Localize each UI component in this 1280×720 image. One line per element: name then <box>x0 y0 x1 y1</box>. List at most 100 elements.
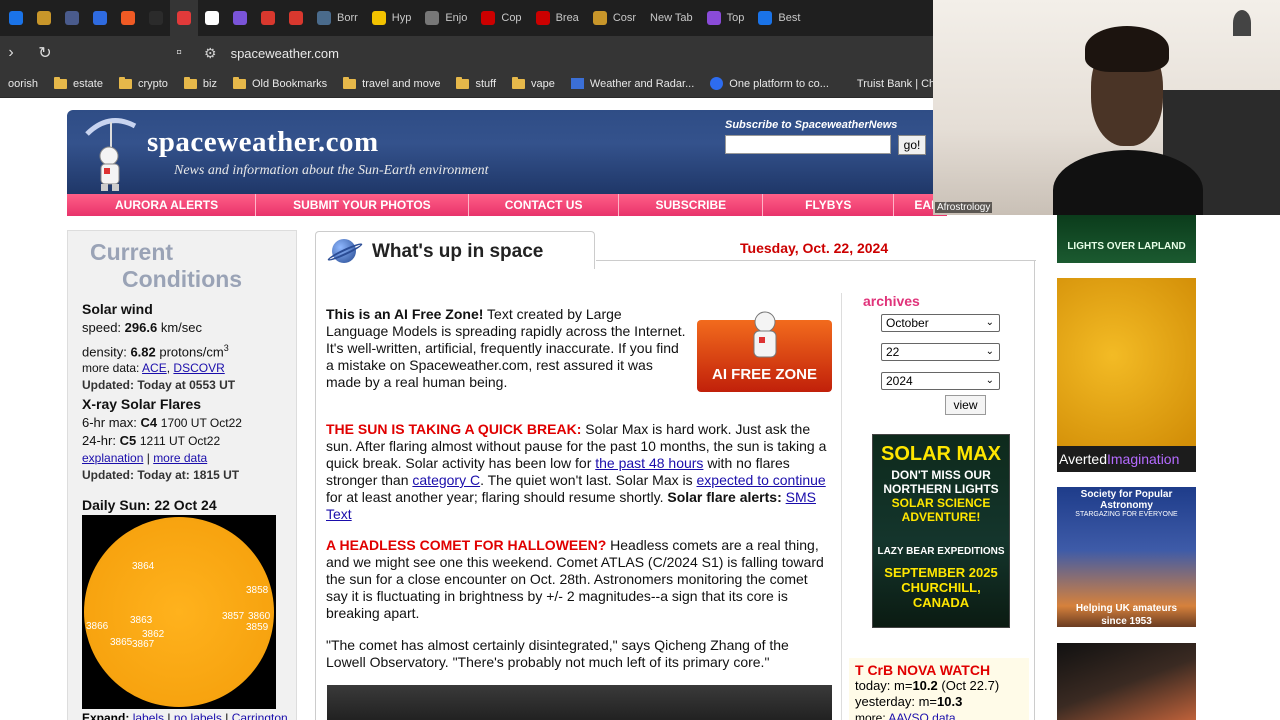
url-text[interactable]: spaceweather.com <box>231 46 339 61</box>
nav-flybys[interactable]: FLYBYS <box>763 194 895 216</box>
gmail-icon <box>289 11 303 25</box>
carrington-link[interactable]: Carrington <box>232 711 288 720</box>
site-logo-title[interactable]: spaceweather.com <box>147 126 379 159</box>
blank-icon <box>149 11 163 25</box>
solar-wind-more: more data: ACE, DSCOVR <box>82 361 225 376</box>
browser-tab[interactable] <box>282 0 310 36</box>
webcam-overlay: Afrostrology <box>933 0 1280 215</box>
browser-tab[interactable]: Enjo <box>418 0 474 36</box>
sunspot-label: 3859 <box>246 622 269 633</box>
amazon-icon <box>205 11 219 25</box>
browser-tab[interactable]: New Tab <box>643 0 700 36</box>
lapland-ad[interactable]: LIGHTS OVER LAPLAND <box>1057 212 1196 263</box>
star-icon <box>371 11 386 25</box>
archive-view-button[interactable]: view <box>945 395 986 415</box>
nova-more: more: AAVSO data <box>855 710 1023 720</box>
chevron-down-icon: ⌄ <box>985 317 994 328</box>
nav-contact-us[interactable]: CONTACT US <box>469 194 620 216</box>
nova-title: T CrB NOVA WATCH <box>855 662 991 678</box>
reload-icon[interactable]: ↻ <box>34 43 56 63</box>
bookmark-estate[interactable]: estate <box>46 76 111 90</box>
tab-label: Enjo <box>445 12 468 24</box>
bookmark-vape[interactable]: vape <box>504 76 563 90</box>
comet-image[interactable] <box>327 685 832 720</box>
browser-tab[interactable] <box>58 0 86 36</box>
browser-tab[interactable] <box>2 0 30 36</box>
browser-tab[interactable]: Borr <box>310 0 365 36</box>
planet-photo-ad[interactable] <box>1057 643 1196 720</box>
aavso-link[interactable]: AAVSO data <box>888 711 955 720</box>
headless-comet-paragraph: A HEADLESS COMET FOR HALLOWEEN? Headless… <box>326 537 824 621</box>
nav-submit-photos[interactable]: SUBMIT YOUR PHOTOS <box>256 194 469 216</box>
forward-icon[interactable]: › <box>0 44 22 62</box>
globe-icon <box>65 11 79 25</box>
labels-link[interactable]: labels <box>133 711 164 720</box>
past-48-hours-link[interactable]: the past 48 hours <box>595 455 703 471</box>
bookmark-weather[interactable]: Weather and Radar... <box>563 78 702 90</box>
site-info-icon[interactable]: ⚙ <box>204 45 217 62</box>
no-labels-link[interactable]: no labels <box>174 711 222 720</box>
browser-tab[interactable]: Cosr <box>586 0 643 36</box>
folder-icon <box>456 76 470 89</box>
solar-wind-speed: speed: 296.6 km/sec <box>82 320 203 335</box>
bookmark-biz[interactable]: biz <box>176 76 225 90</box>
subscribe-label: Subscribe to SpaceweatherNews <box>725 119 898 131</box>
browser-tab[interactable] <box>30 0 58 36</box>
archive-year-select[interactable]: 2024 ⌄ <box>881 372 1000 390</box>
bookmark-oorish[interactable]: oorish <box>0 78 46 90</box>
browser-tab[interactable] <box>254 0 282 36</box>
bookmark-star-icon[interactable]: ▫ <box>168 44 190 62</box>
presenter-hair <box>1085 26 1169 72</box>
browser-tab[interactable] <box>142 0 170 36</box>
category-c-link[interactable]: category C <box>412 472 480 488</box>
sunspot-label: 3864 <box>132 561 155 572</box>
brave-icon <box>121 11 135 25</box>
browser-tab[interactable] <box>198 0 226 36</box>
site-tagline: News and information about the Sun-Earth… <box>174 163 489 178</box>
archive-month-select[interactable]: October ⌄ <box>881 314 1000 332</box>
subscribe-email-input[interactable] <box>725 135 891 154</box>
tab-label: Top <box>726 12 745 24</box>
nova-yesterday: yesterday: m=10.3 <box>855 694 963 709</box>
solar-max-ad[interactable]: SOLAR MAX DON'T MISS OUR NORTHERN LIGHTS… <box>872 434 1010 628</box>
browser-tab[interactable]: Hyp <box>365 0 419 36</box>
daily-sun-heading: Daily Sun: 22 Oct 24 <box>82 497 217 513</box>
subscribe-go-button[interactable]: go! <box>898 135 926 155</box>
browser-tab[interactable]: Cop <box>474 0 528 36</box>
nav-subscribe[interactable]: SUBSCRIBE <box>619 194 764 216</box>
bookmark-stuff[interactable]: stuff <box>448 76 504 90</box>
archive-day-select[interactable]: 22 ⌄ <box>881 343 1000 361</box>
browser-tab[interactable]: Best <box>751 0 807 36</box>
explanation-link[interactable]: explanation <box>82 451 143 465</box>
popular-astronomy-ad[interactable]: Society for Popular Astronomy STARGAZING… <box>1057 487 1196 627</box>
coin-icon <box>37 11 51 25</box>
nav-aurora-alerts[interactable]: AURORA ALERTS <box>67 194 257 216</box>
more-data-link[interactable]: more data <box>153 451 207 465</box>
daily-sun-image[interactable]: 3864 3858 3863 3866 3862 3865 3867 3857 … <box>82 515 276 709</box>
xray-updated: Updated: Today at: 1815 UT <box>82 468 240 482</box>
browser-tab[interactable] <box>114 0 142 36</box>
bookmark-old-bookmarks[interactable]: Old Bookmarks <box>225 76 335 90</box>
webcam-name-label: Afrostrology <box>935 202 993 213</box>
expected-to-continue-link[interactable]: expected to continue <box>697 472 826 488</box>
browser-tab[interactable] <box>226 0 254 36</box>
whats-up-title: What's up in space <box>372 241 544 262</box>
mail-icon <box>233 11 247 25</box>
bookmark-crypto[interactable]: crypto <box>111 76 176 90</box>
sunspot-label: 3866 <box>86 621 109 632</box>
ace-link[interactable]: ACE <box>142 361 167 375</box>
folder-icon <box>512 76 526 89</box>
averted-imagination-ad[interactable]: AvertedImagination <box>1057 278 1196 472</box>
solar-wind-heading: Solar wind <box>82 301 153 317</box>
bookmark-travel[interactable]: travel and move <box>335 76 448 90</box>
browser-tab[interactable] <box>170 0 198 36</box>
browser-tab[interactable]: Top <box>700 0 752 36</box>
bookmark-one-platform[interactable]: One platform to co... <box>702 77 837 90</box>
dscovr-link[interactable]: DSCOVR <box>173 361 224 375</box>
lamp-icon <box>1233 10 1251 36</box>
browser-tab[interactable]: Brea <box>529 0 586 36</box>
url-omnibox[interactable]: ⚙ spaceweather.com <box>204 39 984 67</box>
sun-expand-links: Expand: labels | no labels | Carrington <box>82 711 288 720</box>
current-conditions-panel: Current Conditions Solar wind speed: 296… <box>67 230 297 720</box>
browser-tab[interactable] <box>86 0 114 36</box>
